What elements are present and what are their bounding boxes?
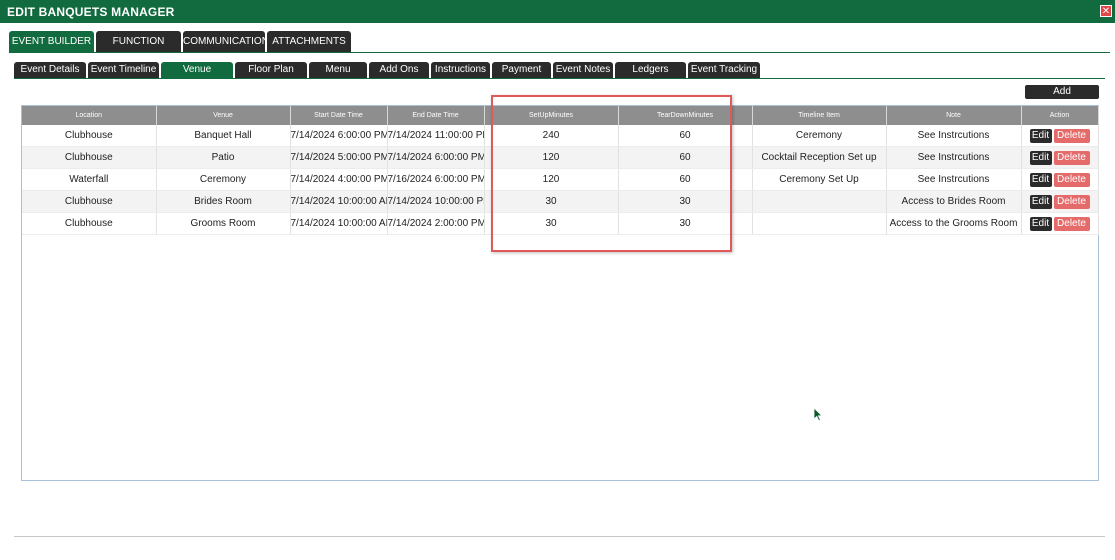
subtab-event-timeline[interactable]: Event Timeline <box>88 62 159 78</box>
edit-button[interactable]: Edit <box>1029 194 1052 209</box>
subtab-event-details[interactable]: Event Details <box>14 62 86 78</box>
table-row[interactable]: Clubhouse Brides Room 7/14/2024 10:00:00… <box>22 190 1099 213</box>
cell-timeline: Ceremony <box>752 125 887 147</box>
cell-note: Access to the Grooms Room <box>886 212 1022 235</box>
delete-button[interactable]: Delete <box>1053 194 1090 209</box>
cell-action: Edit Delete <box>1021 125 1099 147</box>
cell-setup: 120 <box>484 146 619 169</box>
edit-button[interactable]: Edit <box>1029 216 1052 231</box>
delete-button[interactable]: Delete <box>1053 216 1090 231</box>
cell-timeline <box>752 190 887 213</box>
cell-teardown: 60 <box>618 146 753 169</box>
cell-note: See Instrcutions <box>886 146 1022 169</box>
window-title: EDIT BANQUETS MANAGER <box>7 5 175 19</box>
cell-venue: Patio <box>156 146 291 169</box>
cell-end: 7/16/2024 6:00:00 PM <box>387 168 485 191</box>
cell-location: Clubhouse <box>22 212 157 235</box>
cell-start: 7/14/2024 5:00:00 PM <box>290 146 388 169</box>
edit-button[interactable]: Edit <box>1029 172 1052 187</box>
col-end-date-time[interactable]: End Date Time <box>387 106 485 125</box>
col-teardown-minutes[interactable]: TearDownMinutes <box>618 106 753 125</box>
col-timeline-item[interactable]: Timeline Item <box>752 106 887 125</box>
footer-divider <box>14 536 1105 537</box>
cell-venue: Ceremony <box>156 168 291 191</box>
cell-setup: 30 <box>484 190 619 213</box>
cell-start: 7/14/2024 4:00:00 PM <box>290 168 388 191</box>
delete-button[interactable]: Delete <box>1053 128 1090 143</box>
edit-button[interactable]: Edit <box>1029 128 1052 143</box>
table-row[interactable]: Clubhouse Banquet Hall 7/14/2024 6:00:00… <box>22 125 1099 147</box>
cell-start: 7/14/2024 10:00:00 AM <box>290 190 388 213</box>
cell-action: Edit Delete <box>1021 212 1099 235</box>
venue-grid: Location Venue Start Date Time End Date … <box>21 105 1099 481</box>
cell-end: 7/14/2024 11:00:00 PM <box>387 125 485 147</box>
cell-action: Edit Delete <box>1021 190 1099 213</box>
cell-setup: 30 <box>484 212 619 235</box>
tab-event-builder[interactable]: EVENT BUILDER <box>9 31 94 52</box>
cell-setup: 120 <box>484 168 619 191</box>
sub-tabs-divider <box>14 78 1105 79</box>
cell-teardown: 60 <box>618 168 753 191</box>
cell-start: 7/14/2024 10:00:00 AM <box>290 212 388 235</box>
cell-setup: 240 <box>484 125 619 147</box>
tab-attachments[interactable]: ATTACHMENTS <box>267 31 351 52</box>
col-note[interactable]: Note <box>886 106 1022 125</box>
tab-function-sheet[interactable]: FUNCTION SHEET <box>96 31 181 68</box>
cell-teardown: 30 <box>618 212 753 235</box>
subtab-event-tracking[interactable]: Event Tracking <box>688 62 760 78</box>
cell-end: 7/14/2024 6:00:00 PM <box>387 146 485 169</box>
table-row[interactable]: Waterfall Ceremony 7/14/2024 4:00:00 PM … <box>22 168 1099 191</box>
col-setup-minutes[interactable]: SetUpMinutes <box>484 106 619 125</box>
cell-venue: Grooms Room <box>156 212 291 235</box>
main-tabs-divider <box>9 52 1110 53</box>
cell-venue: Brides Room <box>156 190 291 213</box>
delete-button[interactable]: Delete <box>1053 150 1090 165</box>
col-start-date-time[interactable]: Start Date Time <box>290 106 388 125</box>
edit-button[interactable]: Edit <box>1029 150 1052 165</box>
cell-timeline <box>752 212 887 235</box>
table-header-row: Location Venue Start Date Time End Date … <box>22 106 1099 125</box>
subtab-event-notes[interactable]: Event Notes <box>553 62 613 78</box>
cell-start: 7/14/2024 6:00:00 PM <box>290 125 388 147</box>
cell-end: 7/14/2024 2:00:00 PM <box>387 212 485 235</box>
cell-note: Access to Brides Room <box>886 190 1022 213</box>
cell-action: Edit Delete <box>1021 146 1099 169</box>
mouse-cursor-icon <box>813 407 823 422</box>
col-venue[interactable]: Venue <box>156 106 291 125</box>
subtab-floor-plan[interactable]: Floor Plan <box>235 62 307 78</box>
table-row[interactable]: Clubhouse Grooms Room 7/14/2024 10:00:00… <box>22 212 1099 235</box>
cell-teardown: 60 <box>618 125 753 147</box>
cell-location: Clubhouse <box>22 146 157 169</box>
cell-timeline: Ceremony Set Up <box>752 168 887 191</box>
cell-venue: Banquet Hall <box>156 125 291 147</box>
subtab-ledgers[interactable]: Ledgers <box>615 62 686 78</box>
cell-note: See Instrcutions <box>886 125 1022 147</box>
delete-button[interactable]: Delete <box>1053 172 1090 187</box>
col-action: Action <box>1021 106 1099 125</box>
cell-end: 7/14/2024 10:00:00 PM <box>387 190 485 213</box>
subtab-instructions[interactable]: Instructions <box>431 62 490 78</box>
venue-table: Location Venue Start Date Time End Date … <box>22 106 1099 235</box>
cell-location: Waterfall <box>22 168 157 191</box>
cell-timeline: Cocktail Reception Set up <box>752 146 887 169</box>
cell-location: Clubhouse <box>22 190 157 213</box>
close-icon[interactable]: ✕ <box>1100 5 1112 17</box>
cell-action: Edit Delete <box>1021 168 1099 191</box>
subtab-menu[interactable]: Menu <box>309 62 367 78</box>
table-row[interactable]: Clubhouse Patio 7/14/2024 5:00:00 PM 7/1… <box>22 146 1099 169</box>
add-button[interactable]: Add <box>1025 85 1099 99</box>
tab-communication[interactable]: COMMUNICATION <box>183 31 269 52</box>
subtab-payment[interactable]: Payment <box>492 62 551 78</box>
subtab-venue[interactable]: Venue <box>161 62 233 78</box>
cell-teardown: 30 <box>618 190 753 213</box>
cell-note: See Instrcutions <box>886 168 1022 191</box>
cell-location: Clubhouse <box>22 125 157 147</box>
subtab-add-ons[interactable]: Add Ons <box>369 62 429 78</box>
col-location[interactable]: Location <box>22 106 157 125</box>
title-bar: EDIT BANQUETS MANAGER ✕ <box>0 0 1115 23</box>
